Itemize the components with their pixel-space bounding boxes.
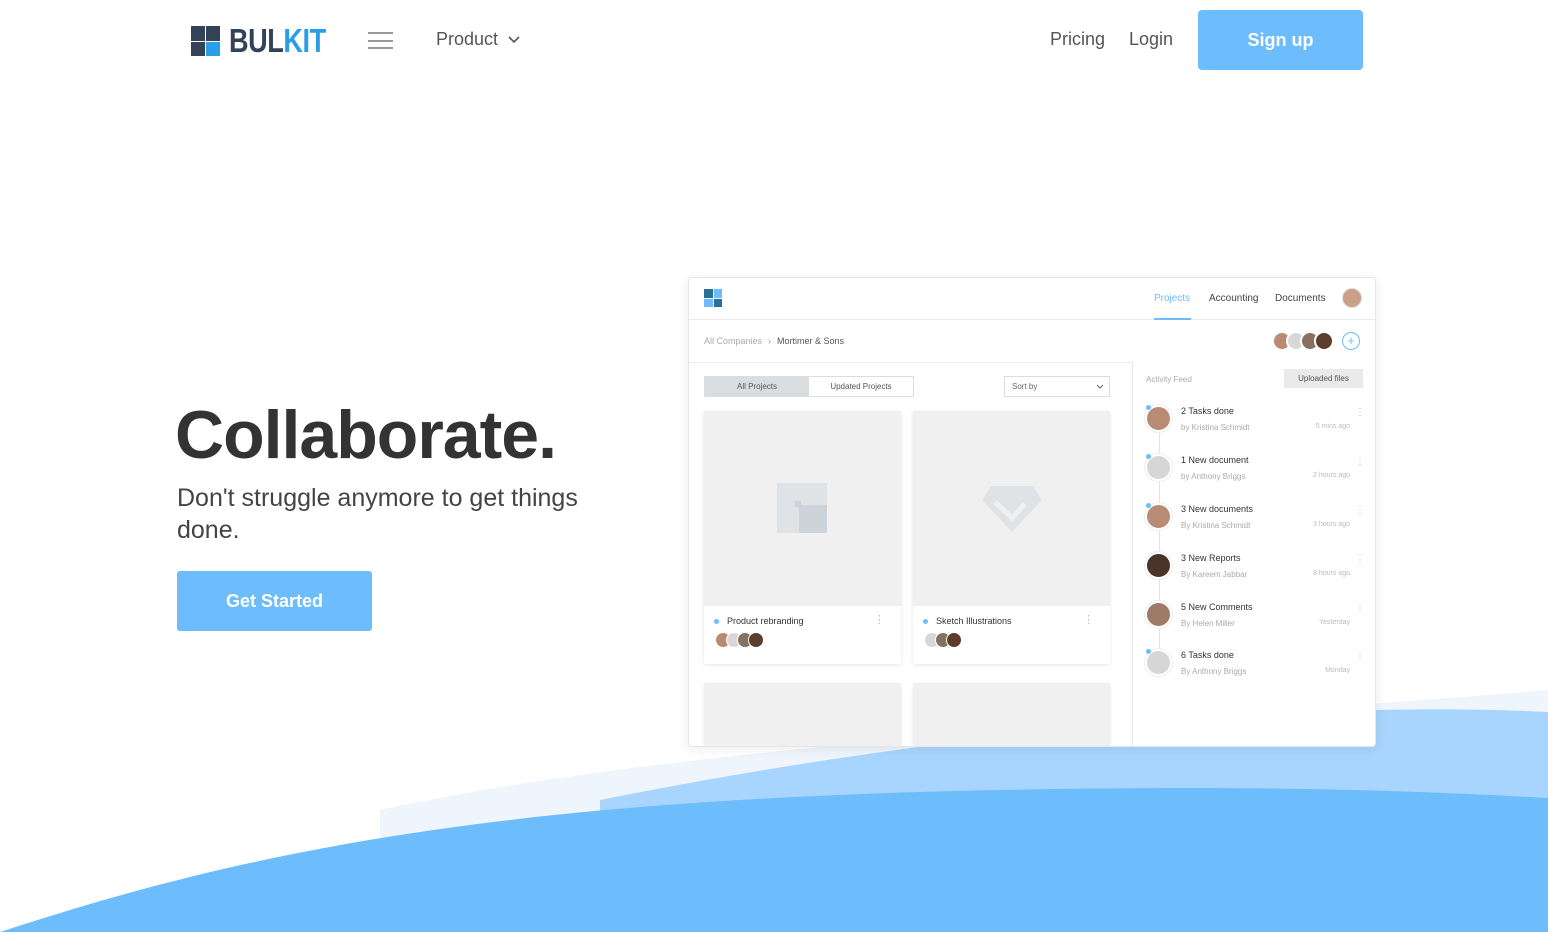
uploaded-files-button[interactable]: Uploaded files	[1284, 369, 1363, 388]
hero-title: Collaborate.	[175, 397, 557, 473]
get-started-button[interactable]: Get Started	[177, 571, 372, 631]
project-members	[714, 632, 891, 648]
project-name: Product rebranding	[727, 616, 804, 626]
activity-feed-label: Activity Feed	[1146, 375, 1192, 384]
status-dot	[923, 618, 928, 624]
feed-item[interactable]: 3 New Reports By Kareem Jabbar 8 hours a…	[1145, 550, 1365, 590]
breadcrumb-current: Mortimer & Sons	[777, 336, 845, 346]
project-members	[923, 632, 1100, 648]
logo-grid-icon	[191, 26, 220, 56]
feed-item[interactable]: 3 New documents By Kristina Schmidt 3 ho…	[1145, 501, 1365, 541]
unread-dot	[1146, 503, 1151, 508]
feed-item-author: By Kristina Schmidt	[1181, 521, 1251, 530]
avatar	[1145, 601, 1172, 628]
signup-button[interactable]: Sign up	[1198, 10, 1363, 70]
subheader-divider	[689, 362, 1133, 363]
feed-item-time: Monday	[1325, 667, 1350, 674]
more-options-icon[interactable]: ⋮	[1355, 554, 1365, 565]
tab-documents[interactable]: Documents	[1275, 293, 1326, 304]
avatar	[748, 632, 764, 648]
tab-projects[interactable]: Projects	[1154, 293, 1190, 304]
feed-item-time: 5 mins ago	[1315, 423, 1350, 430]
avatar	[1314, 331, 1334, 351]
project-card-placeholder	[913, 683, 1110, 746]
more-options-icon[interactable]: ⋮	[1355, 407, 1365, 418]
brand-logo[interactable]: BULKIT	[191, 22, 347, 59]
sort-by-label: Sort by	[1012, 382, 1038, 391]
breadcrumb-chevron-icon: ›	[768, 336, 772, 346]
chevron-down-icon	[508, 35, 520, 43]
feed-item-title: 1 New document	[1181, 455, 1249, 465]
project-filter-toggle: All Projects Updated Projects	[704, 376, 914, 397]
project-thumbnail	[704, 411, 901, 606]
feed-item-author: by Anthony Briggs	[1181, 472, 1246, 481]
product-label: Product	[436, 29, 499, 49]
mockup-logo-icon	[704, 289, 722, 307]
feed-item-title: 3 New Reports	[1181, 553, 1241, 563]
feed-item-author: by Kristina Schmidt	[1181, 423, 1250, 432]
breadcrumb: All Companies › Mortimer & Sons	[704, 336, 844, 346]
active-tab-indicator	[1154, 318, 1191, 320]
team-avatars	[1272, 331, 1334, 351]
navbar: BULKIT Product Pricing Login Sign up	[0, 0, 1548, 80]
project-card[interactable]: Product rebranding ⋮	[704, 411, 901, 664]
feed-item-title: 3 New documents	[1181, 504, 1254, 514]
project-card-placeholder	[704, 683, 901, 746]
feed-item-time: 8 hours ago	[1313, 570, 1350, 577]
filter-updated-projects[interactable]: Updated Projects	[809, 377, 913, 396]
mockup-header: Projects Accounting Documents	[689, 278, 1375, 320]
feed-item-time: Yesterday	[1319, 619, 1350, 626]
avatar	[946, 632, 962, 648]
breadcrumb-root[interactable]: All Companies	[704, 336, 762, 346]
more-options-icon[interactable]: ⋮	[1355, 505, 1365, 516]
project-card[interactable]: Sketch Illustrations ⋮	[913, 411, 1110, 664]
unread-dot	[1146, 649, 1151, 654]
status-dot	[714, 618, 719, 624]
add-member-icon[interactable]: +	[1342, 332, 1360, 350]
login-link[interactable]: Login	[1129, 29, 1173, 50]
unread-dot	[1146, 405, 1151, 410]
feed-item-author: By Kareem Jabbar	[1181, 570, 1248, 579]
project-thumbnail	[913, 411, 1110, 606]
more-options-icon[interactable]: ⋮	[1355, 603, 1365, 614]
project-name: Sketch Illustrations	[936, 616, 1012, 626]
feed-item[interactable]: 6 Tasks done By Anthony Briggs Monday ⋮	[1145, 647, 1365, 687]
product-dropdown[interactable]: Product	[436, 29, 520, 50]
hamburger-menu-icon[interactable]	[368, 32, 393, 49]
more-options-icon[interactable]: ⋮	[1355, 651, 1365, 662]
hero-subtitle: Don't struggle anymore to get things don…	[177, 484, 578, 544]
brand-word-part2: KIT	[283, 22, 326, 59]
tab-accounting[interactable]: Accounting	[1209, 293, 1258, 304]
user-avatar[interactable]	[1342, 288, 1362, 308]
more-options-icon[interactable]: ⋮	[1083, 615, 1094, 626]
panel-divider	[1132, 362, 1133, 746]
brand-word-part1: BUL	[229, 22, 284, 59]
chevron-down-icon	[1096, 384, 1104, 389]
avatar	[1145, 552, 1172, 579]
feed-item[interactable]: 2 Tasks done by Kristina Schmidt 5 mins …	[1145, 403, 1365, 443]
pricing-link[interactable]: Pricing	[1050, 29, 1105, 50]
feed-item[interactable]: 1 New document by Anthony Briggs 2 hours…	[1145, 452, 1365, 492]
feed-item[interactable]: 5 New Comments By Helen Miller Yesterday…	[1145, 599, 1365, 639]
more-options-icon[interactable]: ⋮	[874, 615, 885, 626]
feed-item-time: 2 hours ago	[1313, 472, 1350, 479]
unread-dot	[1146, 454, 1151, 459]
image-placeholder-icon	[776, 482, 827, 533]
more-options-icon[interactable]: ⋮	[1355, 456, 1365, 467]
feed-item-title: 6 Tasks done	[1181, 650, 1234, 660]
filter-all-projects[interactable]: All Projects	[705, 377, 809, 396]
sort-by-select[interactable]: Sort by	[1004, 376, 1110, 397]
brand-wordmark: BULKIT	[229, 22, 326, 59]
diamond-icon	[981, 485, 1042, 532]
feed-item-title: 2 Tasks done	[1181, 406, 1234, 416]
app-mockup: Projects Accounting Documents All Compan…	[688, 277, 1376, 747]
feed-item-time: 3 hours ago	[1313, 521, 1350, 528]
feed-item-title: 5 New Comments	[1181, 602, 1253, 612]
feed-item-author: By Helen Miller	[1181, 619, 1235, 628]
feed-item-author: By Anthony Briggs	[1181, 667, 1247, 676]
